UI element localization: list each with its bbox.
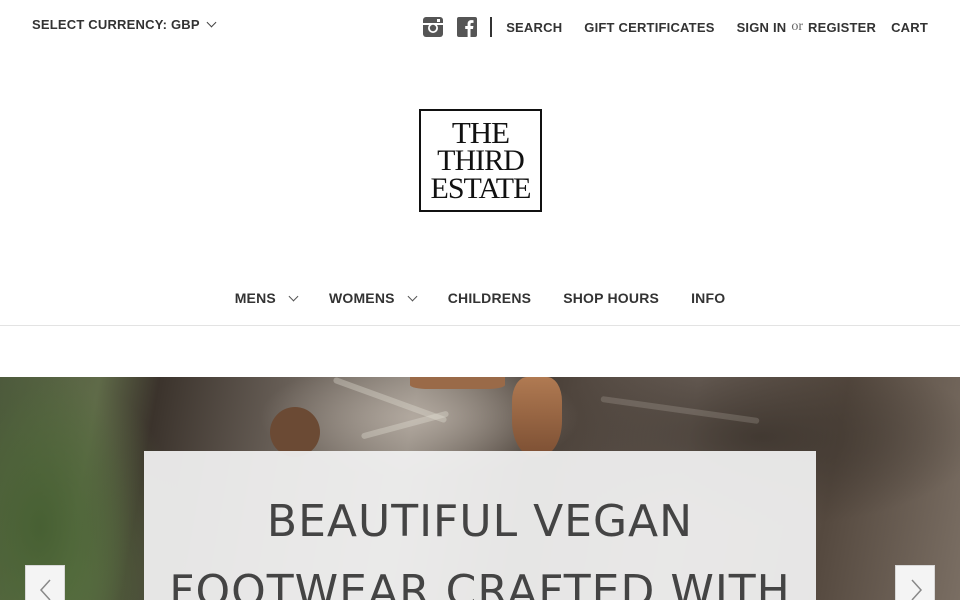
chevron-down-icon	[407, 291, 418, 301]
hero-image-detail	[600, 395, 760, 425]
carousel-prev-button[interactable]	[25, 565, 65, 600]
sign-in-link[interactable]: SIGN IN	[737, 20, 787, 35]
register-link[interactable]: REGISTER	[808, 20, 876, 35]
chevron-down-icon	[288, 291, 299, 301]
nav-item-label: CHILDRENS	[447, 290, 532, 306]
hero-image-detail	[360, 410, 450, 440]
utility-nav: SEARCH GIFT CERTIFICATES SIGN IN or REGI…	[422, 14, 928, 40]
nav-item-childrens[interactable]: CHILDRENS	[432, 286, 547, 310]
hero-image-shoe	[410, 377, 505, 389]
cart-link[interactable]: CART	[891, 20, 928, 35]
hero-carousel: BEAUTIFUL VEGAN FOOTWEAR CRAFTED WITH	[0, 377, 960, 600]
logo-line-1: THE	[451, 114, 510, 150]
currency-selector[interactable]: SELECT CURRENCY: GBP	[32, 17, 217, 32]
nav-item-shop-hours[interactable]: SHOP HOURS	[547, 286, 675, 310]
nav-item-womens[interactable]: WOMENS	[313, 286, 432, 310]
hero-image-shoe	[512, 377, 562, 457]
hero-title: BEAUTIFUL VEGAN FOOTWEAR CRAFTED WITH	[144, 487, 816, 600]
carousel-next-button[interactable]	[895, 565, 935, 600]
hero-title-line-1: BEAUTIFUL VEGAN	[266, 496, 694, 547]
main-nav: MENS WOMENS CHILDRENS SHOP HOURS INFO	[0, 286, 960, 326]
nav-item-mens[interactable]: MENS	[219, 286, 313, 310]
logo-line-2: THIRD	[437, 144, 525, 178]
nav-item-info[interactable]: INFO	[675, 286, 741, 310]
or-text: or	[791, 19, 804, 34]
social-links	[422, 16, 478, 38]
hero-title-line-2: FOOTWEAR CRAFTED WITH	[169, 566, 791, 600]
chevron-right-icon	[911, 579, 923, 600]
store-logo[interactable]: THE THIRD ESTATE	[419, 109, 542, 212]
nav-item-label: MENS	[234, 290, 276, 306]
instagram-icon[interactable]	[422, 16, 444, 38]
currency-label: SELECT CURRENCY: GBP	[32, 17, 200, 32]
hero-image-shoe	[270, 407, 320, 457]
chevron-left-icon	[39, 579, 51, 600]
nav-item-label: WOMENS	[328, 290, 395, 306]
search-link[interactable]: SEARCH	[506, 20, 562, 35]
hero-caption-card: BEAUTIFUL VEGAN FOOTWEAR CRAFTED WITH	[144, 451, 816, 600]
utility-divider	[490, 17, 493, 37]
facebook-icon[interactable]	[456, 16, 478, 38]
gift-certificates-link[interactable]: GIFT CERTIFICATES	[584, 20, 714, 35]
top-bar: SELECT CURRENCY: GBP SEARCH GIFT CERTIFI…	[0, 0, 960, 52]
nav-item-label: INFO	[691, 290, 726, 306]
chevron-down-icon	[206, 17, 217, 28]
logo-line-3: ESTATE	[430, 171, 532, 205]
nav-item-label: SHOP HOURS	[563, 290, 660, 306]
